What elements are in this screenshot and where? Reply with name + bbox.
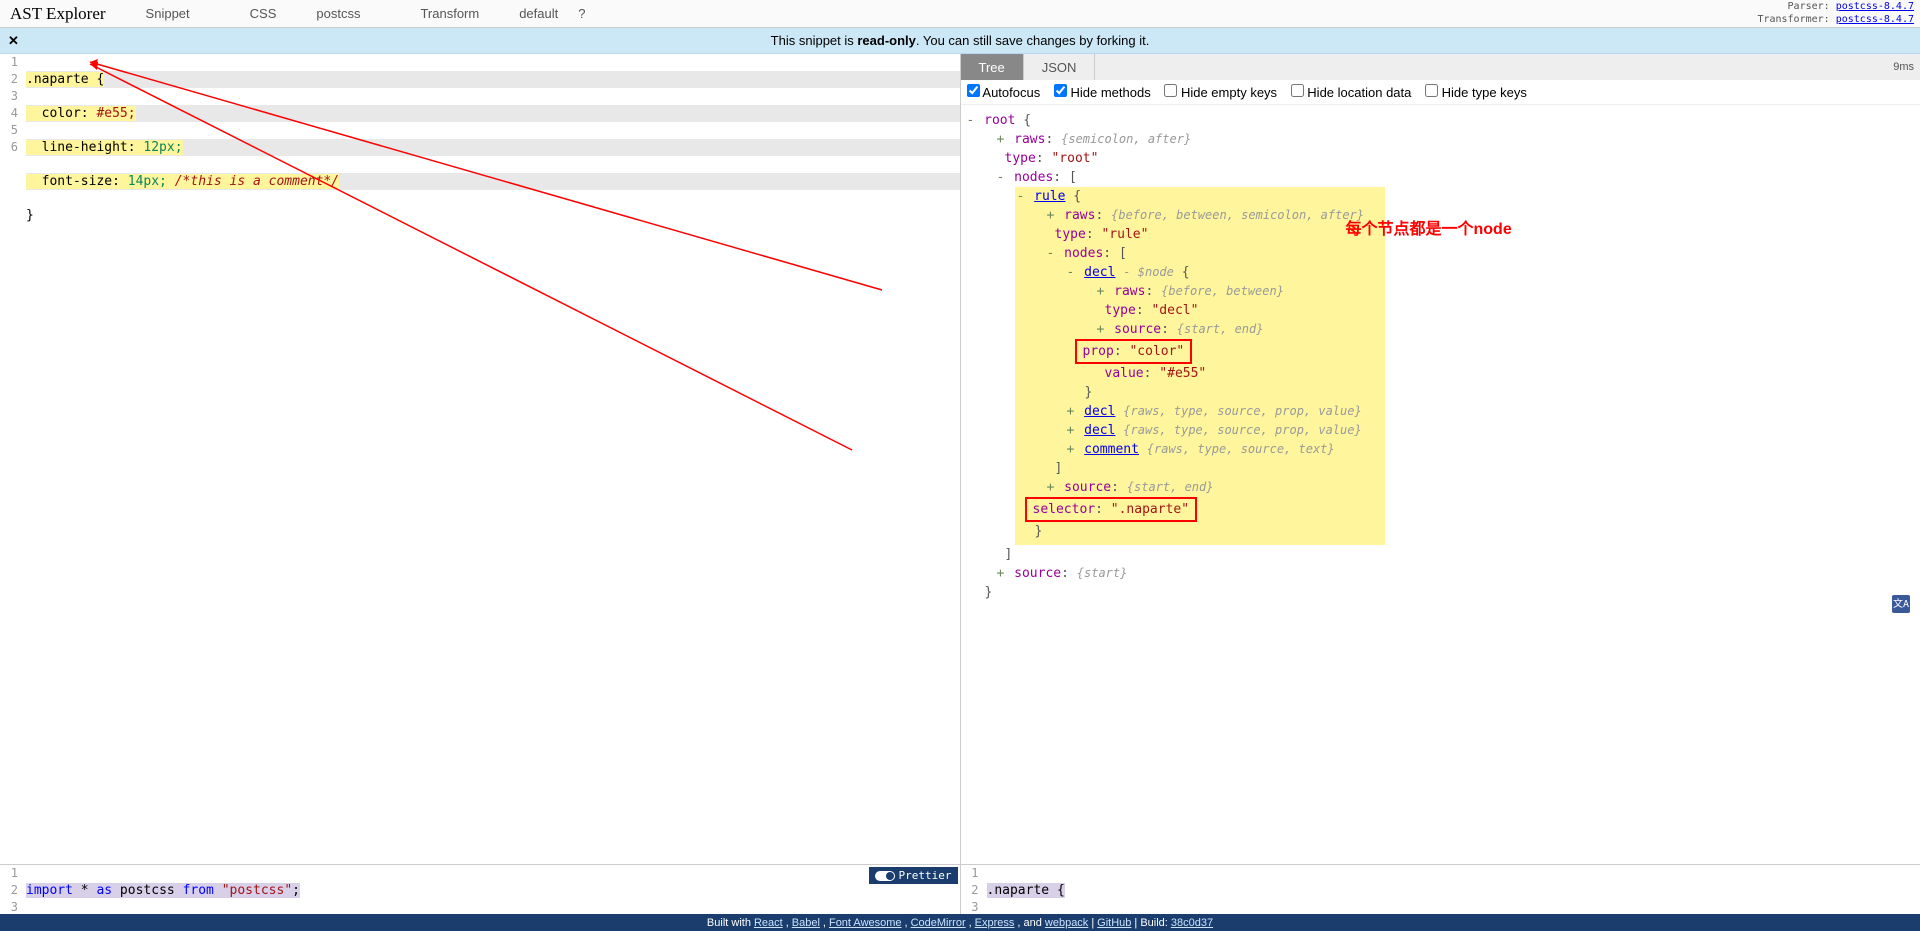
parser-link[interactable]: postcss-8.4.7 [1836, 1, 1914, 12]
fork-icon[interactable] [200, 0, 220, 27]
tab-tree[interactable]: Tree [961, 54, 1024, 80]
banner-close[interactable]: ✕ [8, 33, 19, 49]
code-icon[interactable] [286, 0, 306, 27]
tree-tabs: Tree JSON 9ms [961, 54, 1920, 80]
link-cm[interactable]: CodeMirror [911, 917, 966, 929]
opt-hide-methods[interactable]: Hide methods [1054, 85, 1151, 100]
toggle-icon[interactable] [390, 0, 410, 27]
default-menu[interactable]: default [509, 0, 568, 27]
transform-menu[interactable]: Transform [410, 0, 489, 27]
right-column: Tree JSON 9ms Autofocus Hide methods Hid… [961, 54, 1920, 914]
parser-info: Parser: postcss-8.4.7 Transformer: postc… [1757, 0, 1914, 26]
tab-json[interactable]: JSON [1024, 54, 1096, 80]
tree-options: Autofocus Hide methods Hide empty keys H… [961, 80, 1920, 105]
left-column: 123456 .naparte { color: #e55; line-heig… [0, 54, 961, 914]
keyboard-icon[interactable] [489, 0, 509, 27]
snippet-menu[interactable]: Snippet [136, 0, 200, 27]
link-build[interactable]: 38c0d37 [1171, 917, 1213, 929]
source-code[interactable]: .naparte { color: #e55; line-height: 12p… [26, 54, 960, 864]
output-editor[interactable]: 123 .naparte { color: white; line-height… [961, 864, 1920, 914]
source-editor[interactable]: 123456 .naparte { color: #e55; line-heig… [0, 54, 960, 864]
css3-icon[interactable] [220, 0, 240, 27]
link-babel[interactable]: Babel [792, 917, 820, 929]
opt-hide-empty[interactable]: Hide empty keys [1164, 85, 1277, 100]
opt-hide-location[interactable]: Hide location data [1291, 85, 1412, 100]
ast-tree[interactable]: - root { + raws: {semicolon, after} type… [961, 105, 1920, 864]
gist-icon[interactable] [116, 0, 136, 27]
brand[interactable]: AST Explorer [0, 0, 116, 27]
parser-menu[interactable]: postcss [306, 0, 370, 27]
main-panes: 123456 .naparte { color: #e55; line-heig… [0, 54, 1920, 914]
annotation-text: 每个节点都是一个node [1346, 220, 1512, 239]
transformer-link[interactable]: postcss-8.4.7 [1836, 14, 1914, 25]
prettier-button[interactable]: Prettier [869, 867, 958, 884]
link-webpack[interactable]: webpack [1045, 917, 1088, 929]
gutter: 123456 [0, 54, 22, 864]
link-github[interactable]: GitHub [1097, 917, 1131, 929]
readonly-banner: ✕ This snippet is read-only. You can sti… [0, 28, 1920, 54]
link-react[interactable]: React [754, 917, 783, 929]
link-express[interactable]: Express [975, 917, 1015, 929]
timing: 9ms [1893, 61, 1914, 73]
link-fa[interactable]: Font Awesome [829, 917, 902, 929]
footer: Built with React, Babel, Font Awesome, C… [0, 914, 1920, 931]
opt-hide-type[interactable]: Hide type keys [1425, 85, 1527, 100]
lang-menu[interactable]: CSS [240, 0, 287, 27]
opt-autofocus[interactable]: Autofocus [967, 85, 1041, 100]
topbar: AST Explorer Snippet CSS postcss Transfo… [0, 0, 1920, 28]
gear-icon[interactable] [370, 0, 390, 27]
transform-editor[interactable]: 123 importimport * as postcss from * as … [0, 864, 960, 914]
selector-highlight: selector: ".naparte" [1025, 497, 1198, 522]
help-button[interactable]: ? [568, 0, 595, 27]
translate-icon[interactable]: 文A [1892, 595, 1910, 613]
prop-highlight: prop: "color" [1075, 339, 1193, 364]
